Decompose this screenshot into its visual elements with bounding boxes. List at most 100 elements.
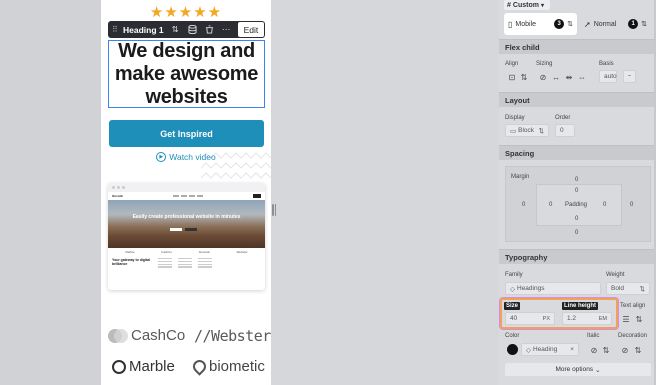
- grow-icon[interactable]: ⇹: [563, 71, 575, 83]
- align-self-icon[interactable]: ⊡: [506, 71, 518, 83]
- basis-input[interactable]: auto: [599, 70, 617, 83]
- margin-top-value[interactable]: 0: [575, 177, 578, 183]
- stepper-icon[interactable]: ⇅: [633, 313, 645, 325]
- mockup-browser-bar: [108, 183, 265, 192]
- rating-stars: ★★★★★: [149, 4, 223, 21]
- padding-top-value[interactable]: 0: [575, 188, 578, 194]
- family-label: Family: [505, 272, 523, 278]
- trash-icon[interactable]: [203, 23, 216, 36]
- close-icon[interactable]: ×: [570, 346, 574, 353]
- mobile-count-badge: 3: [554, 19, 565, 29]
- weight-label: Weight: [606, 272, 625, 278]
- block-icon: ▭: [510, 127, 517, 135]
- basis-more-button[interactable]: −: [623, 70, 636, 83]
- basis-label: Basis: [599, 61, 614, 67]
- normal-count-badge: 1: [628, 19, 639, 29]
- color-swatch[interactable]: [507, 344, 518, 355]
- size-lineheight-highlight: [500, 298, 618, 329]
- hash-icon: #: [507, 1, 511, 9]
- padding-bottom-value[interactable]: 0: [575, 216, 578, 222]
- padding-left-value[interactable]: 0: [549, 202, 552, 208]
- text-align-icon[interactable]: ☰: [620, 313, 632, 325]
- align-label: Align: [505, 61, 519, 67]
- mockup-nav: Oncraft: [108, 192, 265, 200]
- color-token-select[interactable]: ◇ Heading ×: [521, 343, 579, 356]
- hero-heading[interactable]: We design and make awesome websites: [109, 40, 264, 109]
- font-family-select[interactable]: ◇ Headings: [505, 282, 601, 295]
- edit-button[interactable]: Edit: [237, 22, 265, 37]
- section-spacing[interactable]: Spacing: [499, 145, 656, 160]
- element-toolbar: ⠿ Heading 1 ⇅ ⋯ Edit: [108, 21, 266, 38]
- mockup-hero: Easily create professional website in mi…: [108, 200, 265, 248]
- workspace-gutter: [271, 0, 499, 385]
- token-icon: ◇: [526, 346, 531, 354]
- device-mobile[interactable]: ▯ Mobile 3 ⇅: [504, 13, 577, 35]
- no-sizing-icon[interactable]: ⊘: [537, 71, 549, 83]
- play-icon: ▶: [156, 152, 167, 162]
- section-layout[interactable]: Layout: [499, 92, 656, 107]
- mockup-logos: Marble CashCo biometic Webster: [125, 249, 248, 254]
- display-select[interactable]: ▭ Block ⇅: [505, 124, 549, 137]
- stepper-icon: ⇅: [538, 127, 544, 135]
- mockup-lower: Your gateway to digital brilliance: [108, 255, 265, 272]
- sizing-label: Sizing: [536, 61, 553, 67]
- website-mockup-image: Oncraft Easily create professional websi…: [108, 183, 265, 290]
- section-flex-child[interactable]: Flex child: [499, 39, 656, 54]
- stepper-icon: ⇅: [567, 21, 573, 28]
- element-type-label[interactable]: Heading 1: [123, 25, 164, 35]
- stepper-icon[interactable]: ⇅: [518, 71, 530, 83]
- mockup-gateway-text: Your gateway to digital brilliance: [112, 258, 151, 266]
- order-input[interactable]: 0: [555, 124, 575, 137]
- more-icon[interactable]: ⋯: [220, 23, 233, 36]
- cashco-logo-icon: [108, 328, 128, 343]
- margin-right-value[interactable]: 0: [630, 202, 633, 208]
- stepper-icon: ⇅: [641, 21, 647, 28]
- stepper-icon[interactable]: ⇅: [632, 344, 644, 356]
- biometic-logo-icon: [190, 357, 209, 376]
- display-label: Display: [505, 115, 525, 121]
- padding-label: Padding: [565, 202, 588, 208]
- stepper-icon: ⇅: [639, 285, 645, 293]
- resize-handle[interactable]: [271, 204, 277, 218]
- stepper-icon[interactable]: ⇅: [600, 344, 612, 356]
- breakpoint-dropdown[interactable]: # Custom ▾: [504, 0, 550, 10]
- logo-biometic: biometic: [190, 357, 265, 376]
- shrink-icon[interactable]: ↔: [550, 71, 562, 83]
- mockup-hero-text: Easily create professional website in mi…: [132, 214, 241, 220]
- marble-logo-icon: [112, 359, 126, 374]
- decoration-none-icon[interactable]: ⊘: [619, 344, 631, 356]
- more-options-button[interactable]: More options ⌄: [505, 363, 651, 376]
- logo-cashco: CashCo: [108, 327, 185, 344]
- logo-webster: //Webster: [194, 327, 271, 345]
- switch-element-icon[interactable]: ⇅: [169, 23, 182, 36]
- logo-marble: Marble: [112, 358, 175, 375]
- page-canvas: ★★★★★ ⠿ Heading 1 ⇅ ⋯ Edit We design and…: [101, 0, 271, 385]
- drag-handle-icon[interactable]: ⠿: [112, 25, 120, 34]
- device-selector: ▯ Mobile 3 ⇅ ➚ Normal 1 ⇅: [504, 13, 651, 35]
- fill-icon[interactable]: ⇔: [576, 71, 588, 83]
- padding-right-value[interactable]: 0: [603, 202, 606, 208]
- text-align-label: Text align: [620, 303, 646, 309]
- chevron-down-icon: ▾: [540, 2, 544, 9]
- spacing-editor: Margin 0 0 0 0 Padding 0 0 0 0: [505, 166, 651, 242]
- italic-none-icon[interactable]: ⊘: [588, 344, 600, 356]
- selected-heading[interactable]: We design and make awesome websites: [108, 40, 265, 108]
- color-label: Color: [505, 333, 520, 339]
- margin-label: Margin: [511, 174, 530, 180]
- chevron-down-icon: ⌄: [595, 366, 601, 374]
- mobile-icon: ▯: [508, 19, 513, 29]
- watch-video-link[interactable]: ▶ Watch video: [101, 152, 271, 162]
- font-weight-select[interactable]: Bold ⇅: [606, 282, 650, 295]
- margin-bottom-value[interactable]: 0: [575, 230, 578, 236]
- italic-label: Italic: [587, 333, 600, 339]
- device-normal[interactable]: ➚ Normal 1 ⇅: [580, 13, 651, 35]
- decoration-label: Decoration: [618, 333, 648, 339]
- get-inspired-button[interactable]: Get Inspired: [109, 120, 264, 147]
- section-typography[interactable]: Typography: [499, 249, 656, 264]
- margin-left-value[interactable]: 0: [522, 202, 525, 208]
- left-gutter: [0, 0, 101, 385]
- database-icon[interactable]: [186, 23, 199, 36]
- mockup-brand: Oncraft: [112, 194, 123, 198]
- order-label: Order: [555, 115, 571, 121]
- cursor-icon: ➚: [584, 19, 591, 29]
